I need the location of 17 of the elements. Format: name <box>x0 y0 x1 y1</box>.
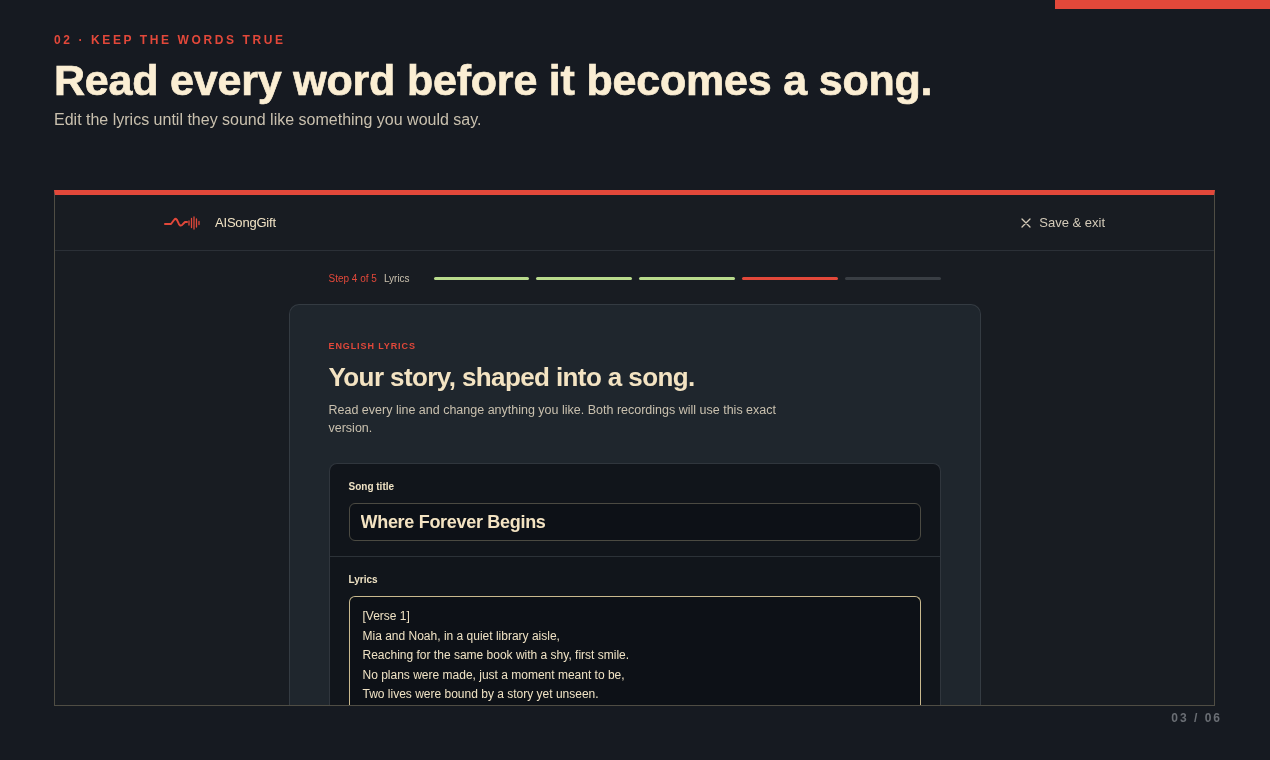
lyrics-textarea[interactable]: [Verse 1] Mia and Noah, in a quiet library aisle, Reaching for the same book with a shy, first smile. No plans were made, just a moment meant to be, Two lives were bound by a story yet unseen. <box>348 596 921 705</box>
slide-subtitle: Edit the lyrics until they sound like something you would say. <box>54 110 483 130</box>
card-title: Your story, shaped into a song. <box>328 361 696 393</box>
field-label: Lyrics <box>348 573 379 587</box>
save-exit-button[interactable]: Save & exit <box>1021 210 1105 235</box>
card-description: Read every line and change anything you like. Both recordings will use this exact version. <box>328 402 777 437</box>
step-name: Lyrics <box>383 271 410 286</box>
field-label: Song title <box>348 480 396 494</box>
step-counter: Step 4 of 5 <box>328 271 377 286</box>
song-title-input[interactable]: Where Forever Begins <box>348 503 921 541</box>
slide-headline: Read every word before it becomes a song. <box>54 57 934 103</box>
section-eyebrow: 02 · KEEP THE WORDS TRUE <box>54 32 287 48</box>
brand-name: AISongGift <box>215 213 276 232</box>
page-number: 03 / 06 <box>1171 710 1222 726</box>
close-icon <box>1021 217 1032 228</box>
card-eyebrow: ENGLISH LYRICS <box>328 340 417 352</box>
sound-wave-logo-icon <box>164 215 201 230</box>
